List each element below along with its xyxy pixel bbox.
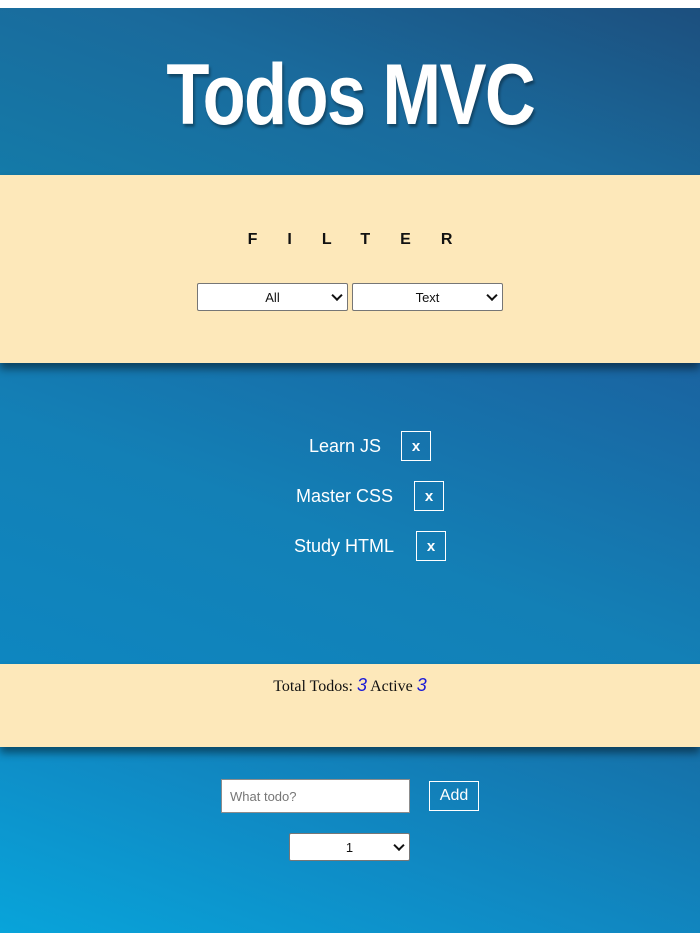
- todo-text: Learn JS: [309, 436, 382, 456]
- status-filter-select[interactable]: All: [197, 283, 348, 311]
- status-filter-value: All: [265, 289, 280, 305]
- chevron-down-icon: [331, 289, 343, 302]
- delete-todo-button[interactable]: x: [401, 431, 431, 461]
- todo-list: Learn JS x Master CSS x Study HTML x: [0, 363, 700, 664]
- app-header: Todos MVC: [0, 8, 700, 175]
- todo-input[interactable]: [221, 779, 410, 813]
- total-todos-label: Total Todos:: [273, 678, 353, 695]
- todo-item: Master CSS x: [0, 481, 700, 511]
- delete-todo-button[interactable]: x: [416, 531, 446, 561]
- delete-todo-button[interactable]: x: [414, 481, 444, 511]
- top-strip: [0, 0, 700, 8]
- todo-item: Study HTML x: [0, 531, 700, 561]
- add-button[interactable]: Add: [429, 781, 479, 811]
- stats-line: Total Todos: 3 Active 3: [0, 675, 700, 696]
- priority-value: 1: [345, 839, 354, 855]
- todo-text: Study HTML: [294, 536, 395, 556]
- filter-heading: FILTER: [247, 231, 483, 248]
- todo-text: Master CSS: [296, 486, 394, 506]
- add-todo-panel: Add 1: [0, 747, 700, 933]
- filter-panel: FILTER All Text: [0, 175, 700, 363]
- total-todos-count: 3: [356, 675, 367, 695]
- active-todos-count: 3: [416, 675, 427, 695]
- todo-item: Learn JS x: [0, 431, 700, 461]
- active-todos-label: Active: [370, 678, 413, 695]
- priority-select[interactable]: 1: [289, 833, 410, 861]
- chevron-down-icon: [486, 289, 498, 302]
- sort-filter-value: Text: [415, 289, 440, 305]
- sort-filter-select[interactable]: Text: [352, 283, 503, 311]
- chevron-down-icon: [393, 839, 405, 852]
- app-title: Todos MVC: [166, 46, 535, 143]
- stats-panel: Total Todos: 3 Active 3: [0, 664, 700, 747]
